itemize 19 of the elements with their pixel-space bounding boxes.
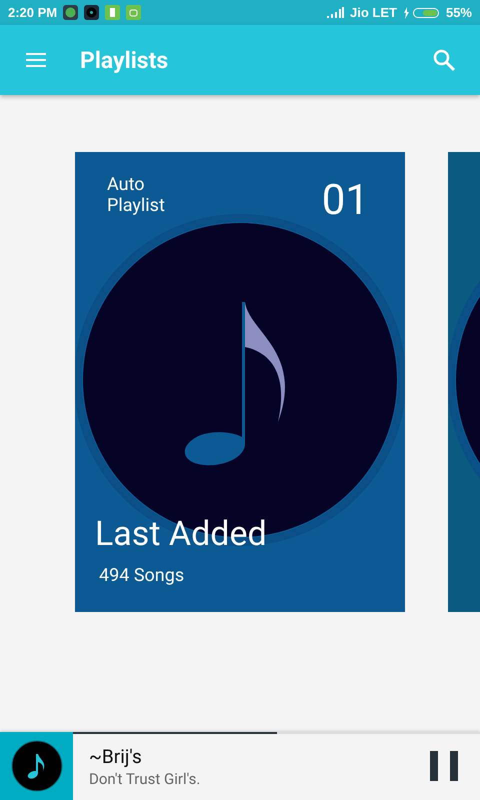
clock: 2:20 PM [8,5,58,20]
playlist-title: Last Added [95,514,267,554]
artist-name: Don't Trust Girl's. [89,770,202,788]
battery-icon [402,6,440,18]
page-title: Playlists [80,46,170,74]
playlist-card[interactable]: Auto Playlist 01 Last Added 494 Songs [75,152,405,612]
song-count: 494 Songs [99,565,184,586]
carrier-name: Jio LET [350,5,397,20]
menu-button[interactable] [26,53,46,67]
music-note-icon [10,740,62,792]
search-button[interactable] [432,48,456,72]
signal-icon [327,7,344,18]
camera-icon [84,5,100,20]
playlist-type: Auto Playlist [107,174,166,216]
song-title: ~Brij's [89,744,143,768]
pause-icon [430,751,458,781]
battery-percent: 55% [446,5,472,20]
play-pause-button[interactable] [430,751,458,781]
playlist-number: 01 [322,176,369,225]
